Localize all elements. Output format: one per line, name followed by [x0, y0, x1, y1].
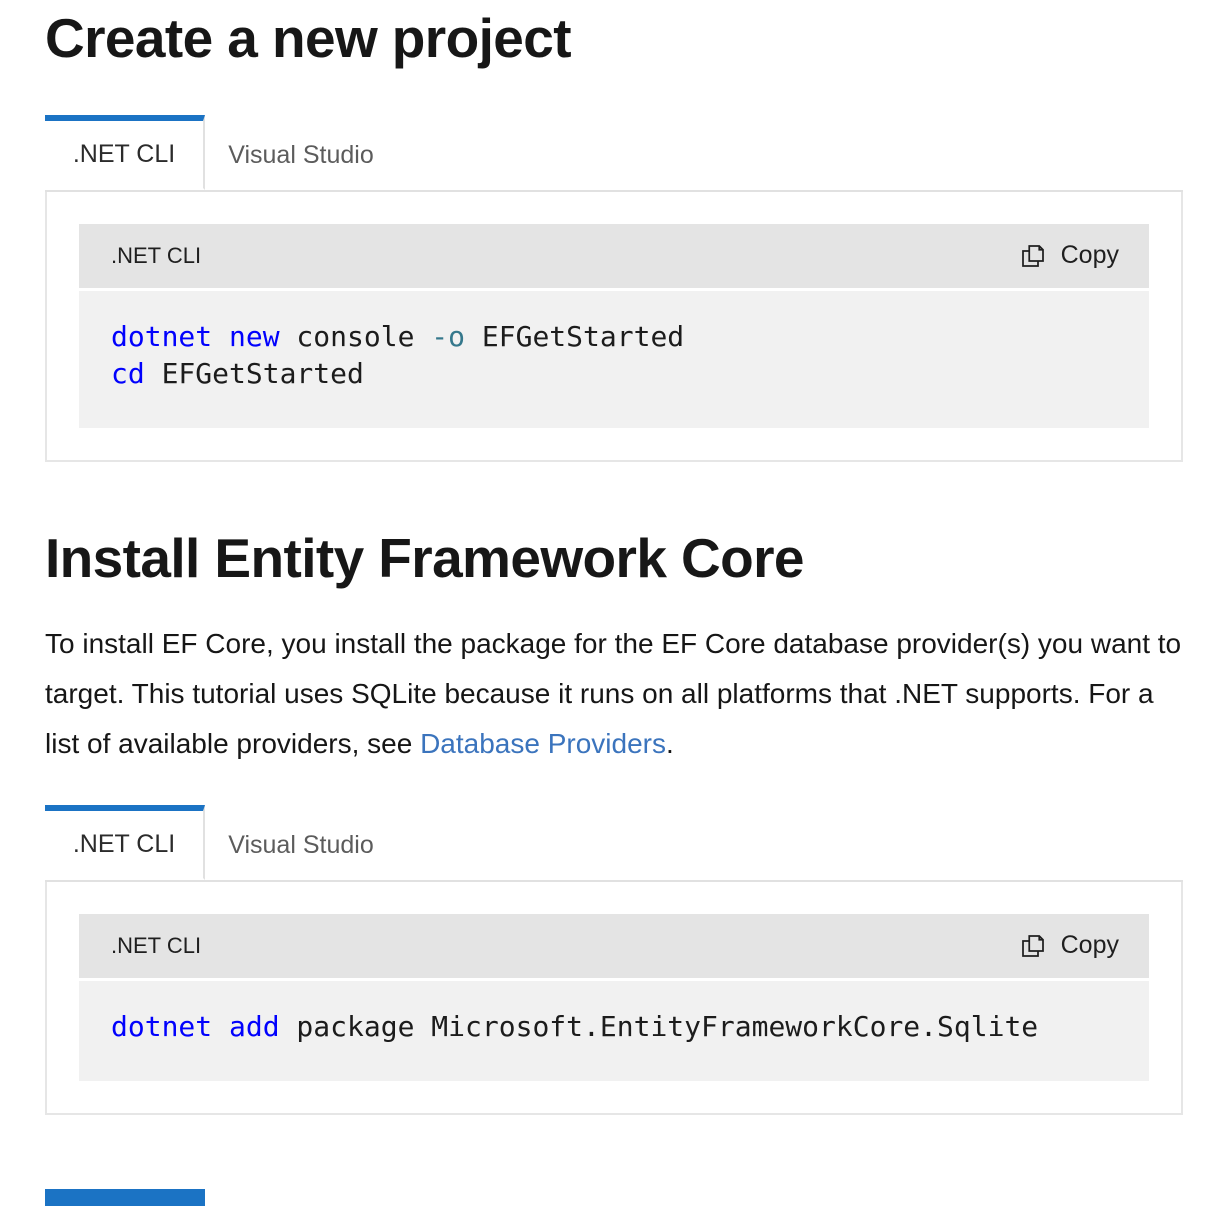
tab-strip: .NET CLI Visual Studio [45, 115, 1183, 192]
tab-label: .NET CLI [73, 140, 175, 169]
copy-icon [1018, 241, 1048, 271]
code-block-header: .NET CLI Copy [79, 914, 1149, 978]
code-language-label: .NET CLI [111, 933, 201, 959]
copy-button[interactable]: Copy [1018, 241, 1119, 271]
heading-install-entity-framework-core: Install Entity Framework Core [45, 524, 1183, 593]
tab-net-cli[interactable]: .NET CLI [45, 115, 205, 190]
copy-button-label: Copy [1061, 931, 1119, 960]
code-block: dotnet add package Microsoft.EntityFrame… [79, 981, 1149, 1081]
code-block-header: .NET CLI Copy [79, 224, 1149, 288]
tab-label: Visual Studio [228, 831, 373, 860]
tab-strip: .NET CLI Visual Studio [45, 805, 1183, 882]
paragraph-text-end: . [666, 728, 674, 759]
tab-net-cli[interactable]: .NET CLI [45, 805, 205, 880]
tab-visual-studio[interactable]: Visual Studio [205, 115, 397, 190]
copy-button-label: Copy [1061, 241, 1119, 270]
tab-panel: .NET CLI Copy dotnet new console -o EFGe… [45, 192, 1183, 462]
database-providers-link[interactable]: Database Providers [420, 728, 666, 759]
intro-paragraph: To install EF Core, you install the pack… [45, 619, 1183, 769]
tab-panel: .NET CLI Copy dotnet add package Microso… [45, 882, 1183, 1115]
copy-icon [1018, 931, 1048, 961]
tab-group-create-project: .NET CLI Visual Studio .NET CLI Co [45, 115, 1183, 462]
tab-label: .NET CLI [73, 830, 175, 859]
docs-article: Create a new project .NET CLI Visual Stu… [0, 4, 1228, 1115]
copy-button[interactable]: Copy [1018, 931, 1119, 961]
code-language-label: .NET CLI [111, 243, 201, 269]
heading-create-a-new-project: Create a new project [45, 4, 1183, 73]
tab-group-install-ef-core: .NET CLI Visual Studio .NET CLI Co [45, 805, 1183, 1115]
code-block: dotnet new console -o EFGetStartedcd EFG… [79, 291, 1149, 428]
tab-visual-studio[interactable]: Visual Studio [205, 805, 397, 880]
cutoff-tab-accent-bar [45, 1189, 205, 1206]
tab-label: Visual Studio [228, 141, 373, 170]
